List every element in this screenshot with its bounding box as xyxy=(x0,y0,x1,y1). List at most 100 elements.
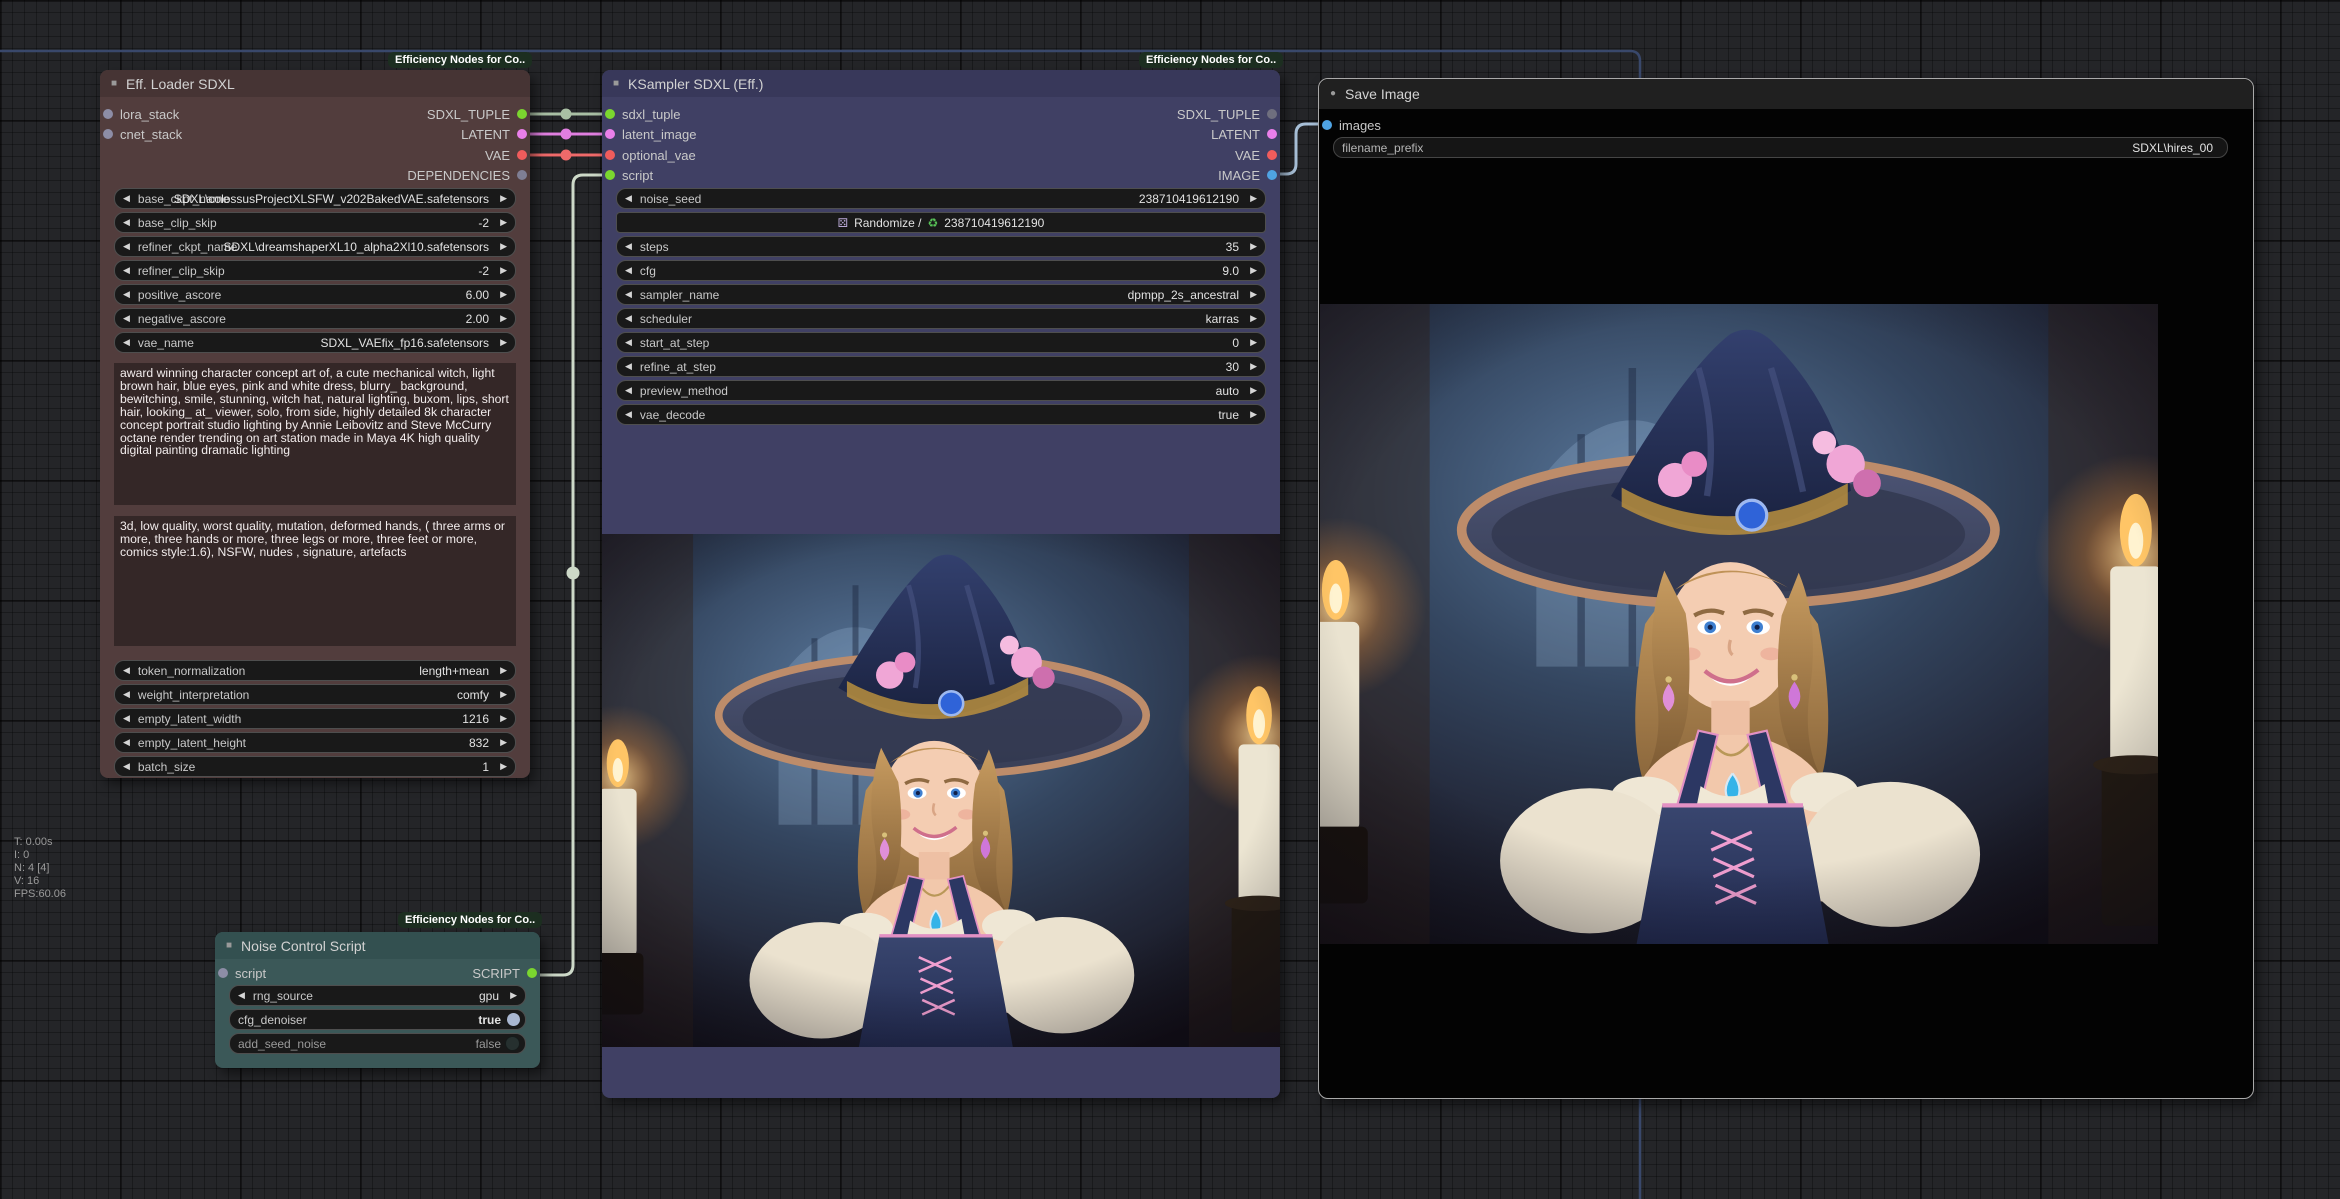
decrement-arrow-icon[interactable]: ◀ xyxy=(123,690,130,699)
increment-arrow-icon[interactable]: ▶ xyxy=(1250,386,1257,395)
increment-arrow-icon[interactable]: ▶ xyxy=(1250,410,1257,419)
toggle-on-icon[interactable] xyxy=(507,1013,520,1026)
decrement-arrow-icon[interactable]: ◀ xyxy=(123,242,130,251)
input-slot-sdxl-tuple[interactable]: sdxl_tuple xyxy=(605,106,681,122)
widget-vae-name[interactable]: ◀ vae_name SDXL_VAEfix_fp16.safetensors … xyxy=(114,332,516,353)
decrement-arrow-icon[interactable]: ◀ xyxy=(625,410,632,419)
increment-arrow-icon[interactable]: ▶ xyxy=(500,194,507,203)
increment-arrow-icon[interactable]: ▶ xyxy=(1250,290,1257,299)
increment-arrow-icon[interactable]: ▶ xyxy=(500,690,507,699)
slot-dot[interactable] xyxy=(605,150,615,160)
widget-refiner-clip-skip[interactable]: ◀ refiner_clip_skip -2 ▶ xyxy=(114,260,516,281)
widget-steps[interactable]: ◀ steps 35 ▶ xyxy=(616,236,1266,257)
increment-arrow-icon[interactable]: ▶ xyxy=(1250,194,1257,203)
slot-dot[interactable] xyxy=(1322,120,1332,130)
widget-refiner-ckpt-name[interactable]: ◀ refiner_ckpt_name SDXL\dreamshaperXL10… xyxy=(114,236,516,257)
slot-dot[interactable] xyxy=(517,150,527,160)
input-slot-lora-stack[interactable]: lora_stack xyxy=(103,106,179,122)
input-slot-script[interactable]: script xyxy=(218,965,266,981)
widget-filename-prefix[interactable]: filename_prefix SDXL\hires_00 xyxy=(1333,137,2228,158)
output-slot-sdxl-tuple[interactable]: SDXL_TUPLE xyxy=(1177,106,1277,122)
slot-dot[interactable] xyxy=(1267,150,1277,160)
negative-prompt-textarea[interactable]: 3d, low quality, worst quality, mutation… xyxy=(114,516,516,646)
increment-arrow-icon[interactable]: ▶ xyxy=(1250,314,1257,323)
widget-base-ckpt-name[interactable]: ◀ base_ckpt_name SDXL\colossusProjectXLS… xyxy=(114,188,516,209)
decrement-arrow-icon[interactable]: ◀ xyxy=(123,314,130,323)
increment-arrow-icon[interactable]: ▶ xyxy=(500,314,507,323)
input-slot-optional-vae[interactable]: optional_vae xyxy=(605,147,696,163)
input-slot-script[interactable]: script xyxy=(605,167,653,183)
eff-loader-header[interactable]: ■ Eff. Loader SDXL xyxy=(100,70,530,97)
increment-arrow-icon[interactable]: ▶ xyxy=(1250,362,1257,371)
decrement-arrow-icon[interactable]: ◀ xyxy=(238,991,245,1000)
widget-batch-size[interactable]: ◀ batch_size 1 ▶ xyxy=(114,756,516,777)
widget-refine-at-step[interactable]: ◀ refine_at_step 30 ▶ xyxy=(616,356,1266,377)
toggle-off-icon[interactable] xyxy=(505,1036,520,1051)
increment-arrow-icon[interactable]: ▶ xyxy=(500,738,507,747)
decrement-arrow-icon[interactable]: ◀ xyxy=(625,386,632,395)
decrement-arrow-icon[interactable]: ◀ xyxy=(625,266,632,275)
decrement-arrow-icon[interactable]: ◀ xyxy=(123,194,130,203)
decrement-arrow-icon[interactable]: ◀ xyxy=(123,714,130,723)
slot-dot[interactable] xyxy=(1267,109,1277,119)
node-graph-canvas[interactable]: T: 0.00s I: 0 N: 4 [4] V: 16 FPS:60.06 ■… xyxy=(0,0,2340,1199)
input-slot-cnet-stack[interactable]: cnet_stack xyxy=(103,126,182,142)
decrement-arrow-icon[interactable]: ◀ xyxy=(123,266,130,275)
slot-dot[interactable] xyxy=(605,170,615,180)
increment-arrow-icon[interactable]: ▶ xyxy=(500,242,507,251)
output-slot-image[interactable]: IMAGE xyxy=(1218,167,1277,183)
increment-arrow-icon[interactable]: ▶ xyxy=(1250,266,1257,275)
output-slot-latent[interactable]: LATENT xyxy=(461,126,527,142)
ksampler-header[interactable]: ■ KSampler SDXL (Eff.) xyxy=(602,70,1280,97)
widget-start-at-step[interactable]: ◀ start_at_step 0 ▶ xyxy=(616,332,1266,353)
slot-dot[interactable] xyxy=(1267,170,1277,180)
decrement-arrow-icon[interactable]: ◀ xyxy=(625,362,632,371)
node-noise-control-script[interactable]: ■ Noise Control Script script SCRIPT ◀ r… xyxy=(215,932,540,1068)
slot-dot[interactable] xyxy=(517,109,527,119)
increment-arrow-icon[interactable]: ▶ xyxy=(500,218,507,227)
widget-rng-source[interactable]: ◀ rng_source gpu ▶ xyxy=(229,985,526,1006)
collapse-icon[interactable]: ■ xyxy=(226,941,232,951)
slot-dot[interactable] xyxy=(103,129,113,139)
save-image-header[interactable]: ● Save Image xyxy=(1319,79,2253,109)
increment-arrow-icon[interactable]: ▶ xyxy=(500,666,507,675)
collapse-icon[interactable]: ■ xyxy=(613,79,619,89)
decrement-arrow-icon[interactable]: ◀ xyxy=(625,314,632,323)
collapse-icon[interactable]: ● xyxy=(1330,89,1336,99)
positive-prompt-textarea[interactable]: award winning character concept art of, … xyxy=(114,363,516,505)
increment-arrow-icon[interactable]: ▶ xyxy=(500,762,507,771)
widget-scheduler[interactable]: ◀ scheduler karras ▶ xyxy=(616,308,1266,329)
increment-arrow-icon[interactable]: ▶ xyxy=(500,290,507,299)
widget-negative-ascore[interactable]: ◀ negative_ascore 2.00 ▶ xyxy=(114,308,516,329)
decrement-arrow-icon[interactable]: ◀ xyxy=(625,242,632,251)
decrement-arrow-icon[interactable]: ◀ xyxy=(123,338,130,347)
widget-positive-ascore[interactable]: ◀ positive_ascore 6.00 ▶ xyxy=(114,284,516,305)
slot-dot[interactable] xyxy=(1267,129,1277,139)
widget-base-clip-skip[interactable]: ◀ base_clip_skip -2 ▶ xyxy=(114,212,516,233)
slot-dot[interactable] xyxy=(527,968,537,978)
decrement-arrow-icon[interactable]: ◀ xyxy=(123,762,130,771)
widget-cfg-denoiser[interactable]: cfg_denoiser true xyxy=(229,1009,526,1030)
widget-empty-latent-height[interactable]: ◀ empty_latent_height 832 ▶ xyxy=(114,732,516,753)
decrement-arrow-icon[interactable]: ◀ xyxy=(123,290,130,299)
decrement-arrow-icon[interactable]: ◀ xyxy=(123,738,130,747)
increment-arrow-icon[interactable]: ▶ xyxy=(1250,338,1257,347)
decrement-arrow-icon[interactable]: ◀ xyxy=(625,338,632,347)
increment-arrow-icon[interactable]: ▶ xyxy=(500,266,507,275)
node-ksampler-sdxl[interactable]: ■ KSampler SDXL (Eff.) sdxl_tuple latent… xyxy=(602,70,1280,1098)
slot-dot[interactable] xyxy=(103,109,113,119)
output-slot-script[interactable]: SCRIPT xyxy=(472,965,537,981)
widget-cfg[interactable]: ◀ cfg 9.0 ▶ xyxy=(616,260,1266,281)
slot-dot[interactable] xyxy=(605,129,615,139)
output-slot-sdxl-tuple[interactable]: SDXL_TUPLE xyxy=(427,106,527,122)
widget-noise-seed[interactable]: ◀ noise_seed 238710419612190 ▶ xyxy=(616,188,1266,209)
widget-sampler-name[interactable]: ◀ sampler_name dpmpp_2s_ancestral ▶ xyxy=(616,284,1266,305)
widget-add-seed-noise[interactable]: add_seed_noise false xyxy=(229,1033,526,1054)
slot-dot[interactable] xyxy=(605,109,615,119)
node-save-image[interactable]: ● Save Image images filename_prefix SDXL… xyxy=(1318,78,2254,1099)
decrement-arrow-icon[interactable]: ◀ xyxy=(123,666,130,675)
decrement-arrow-icon[interactable]: ◀ xyxy=(625,290,632,299)
slot-dot[interactable] xyxy=(517,129,527,139)
output-slot-latent[interactable]: LATENT xyxy=(1211,126,1277,142)
widget-empty-latent-width[interactable]: ◀ empty_latent_width 1216 ▶ xyxy=(114,708,516,729)
